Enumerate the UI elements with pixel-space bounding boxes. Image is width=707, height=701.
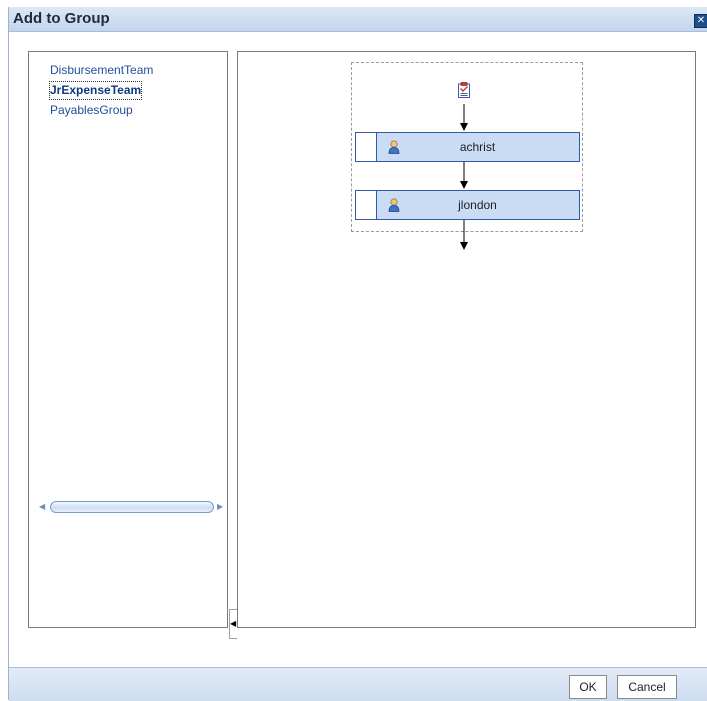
collapse-left-icon[interactable]: ◀ bbox=[230, 619, 236, 628]
dialog-title: Add to Group bbox=[13, 10, 110, 27]
flow-arrow bbox=[460, 220, 468, 250]
group-item-disbursementteam[interactable]: DisbursementTeam bbox=[50, 63, 153, 77]
scrollbar-thumb[interactable] bbox=[50, 501, 214, 513]
node-stub bbox=[356, 133, 377, 161]
flow-node-jlondon[interactable]: jlondon bbox=[355, 190, 580, 220]
close-icon[interactable]: ✕ bbox=[694, 14, 707, 28]
scroll-right-icon[interactable]: ▶ bbox=[217, 502, 227, 511]
flow-arrow bbox=[460, 104, 468, 131]
scroll-left-icon[interactable]: ◀ bbox=[39, 502, 49, 511]
ok-button[interactable]: OK bbox=[569, 675, 607, 699]
node-label: jlondon bbox=[458, 198, 497, 212]
node-label: achrist bbox=[459, 140, 496, 154]
cancel-button[interactable]: Cancel bbox=[617, 675, 677, 699]
flow-arrow bbox=[460, 162, 468, 189]
approval-flow-panel: achrist jlondon bbox=[237, 51, 696, 628]
group-list-panel: DisbursementTeam JrExpenseTeam PayablesG… bbox=[28, 51, 228, 628]
group-list: DisbursementTeam JrExpenseTeam PayablesG… bbox=[48, 59, 153, 119]
dialog-titlebar: Add to Group ✕ bbox=[9, 7, 707, 32]
flow-node-achrist[interactable]: achrist bbox=[355, 132, 580, 162]
add-to-group-dialog: Add to Group ✕ DisbursementTeam JrExpens… bbox=[8, 7, 707, 701]
group-item-payablesgroup[interactable]: PayablesGroup bbox=[50, 103, 133, 117]
approval-task-icon bbox=[458, 82, 470, 98]
node-stub bbox=[356, 191, 377, 219]
collapse-panel-handle[interactable]: ◀ bbox=[229, 609, 237, 639]
horizontal-scrollbar[interactable]: ◀ ▶ bbox=[37, 501, 227, 513]
group-item-jrexpenseteam[interactable]: JrExpenseTeam bbox=[48, 81, 143, 100]
dialog-footer: OK Cancel bbox=[9, 667, 707, 701]
